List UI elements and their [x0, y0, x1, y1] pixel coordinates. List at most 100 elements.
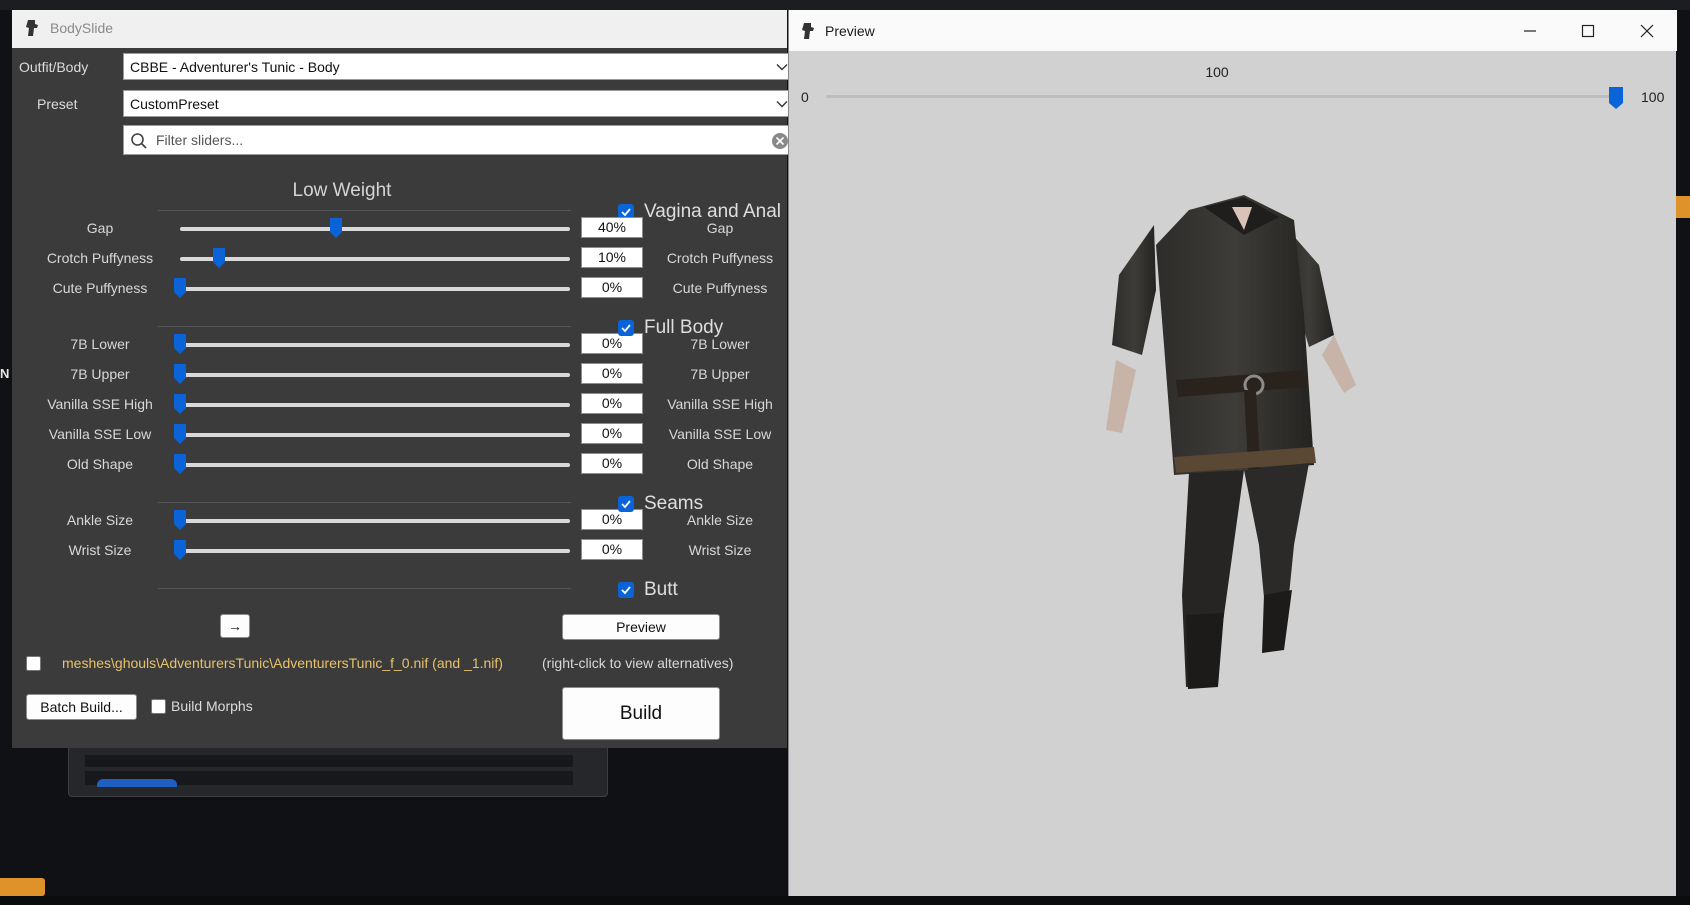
- build-button[interactable]: Build: [562, 687, 720, 740]
- slider-label-right: Cute Puffyness: [672, 280, 768, 296]
- slider-label-left: 7B Lower: [70, 336, 130, 352]
- slider-track[interactable]: [180, 519, 570, 523]
- slider-track[interactable]: [180, 227, 570, 231]
- slider-row: Old Shape 0% Old Shape: [12, 449, 787, 479]
- slider-thumb[interactable]: [173, 363, 187, 385]
- filter-sliders-box[interactable]: [123, 125, 796, 155]
- copy-weight-arrow-button[interactable]: →: [220, 614, 250, 638]
- preview-button[interactable]: Preview: [562, 614, 720, 640]
- slider-value-field[interactable]: 10%: [581, 247, 643, 268]
- close-icon: [1640, 24, 1654, 38]
- slider-track[interactable]: [180, 287, 570, 291]
- build-morphs-checkbox[interactable]: [151, 699, 166, 714]
- slider-value-field[interactable]: 40%: [581, 217, 643, 238]
- slider-thumb[interactable]: [173, 423, 187, 445]
- slider-label-right: Crotch Puffyness: [666, 250, 774, 266]
- preview-titlebar[interactable]: Preview: [789, 10, 1677, 51]
- slider-label-left: Gap: [86, 220, 114, 236]
- slider-label-right: Old Shape: [686, 456, 754, 472]
- minimize-button[interactable]: [1501, 10, 1559, 51]
- preview-window: Preview 100 0 100: [788, 10, 1677, 896]
- slider-label-left: Ankle Size: [66, 512, 134, 528]
- outfit-value: CBBE - Adventurer's Tunic - Body: [130, 59, 340, 75]
- outfit-dropdown[interactable]: CBBE - Adventurer's Tunic - Body: [123, 53, 796, 80]
- slider-label-left: 7B Upper: [70, 366, 130, 382]
- outfit-label: Outfit/Body: [19, 59, 89, 75]
- background-orange-edge: [1676, 196, 1690, 218]
- desktop-background: [0, 0, 1690, 10]
- slider-label-right: Wrist Size: [688, 542, 752, 558]
- build-morphs-label: Build Morphs: [171, 698, 253, 714]
- group-name: Full Body: [644, 317, 724, 338]
- outfit-3d-model[interactable]: [1094, 195, 1364, 740]
- slider-thumb[interactable]: [212, 247, 226, 269]
- preview-weight-slider-thumb[interactable]: [1608, 86, 1624, 110]
- group-checkbox[interactable]: [618, 496, 634, 512]
- slider-row: Crotch Puffyness 10% Crotch Puffyness: [12, 243, 787, 273]
- chevron-down-icon: [776, 101, 788, 108]
- slider-value-field[interactable]: 0%: [581, 539, 643, 560]
- output-path-hint: (right-click to view alternatives): [542, 655, 734, 671]
- slider-row: Wrist Size 0% Wrist Size: [12, 535, 787, 565]
- slider-thumb[interactable]: [173, 539, 187, 561]
- slider-track[interactable]: [180, 403, 570, 407]
- filter-sliders-input[interactable]: [156, 130, 756, 150]
- slider-thumb[interactable]: [173, 277, 187, 299]
- slider-thumb[interactable]: [173, 453, 187, 475]
- slider-thumb[interactable]: [173, 333, 187, 355]
- slider-value-field[interactable]: 0%: [581, 333, 643, 354]
- slider-track[interactable]: [180, 549, 570, 553]
- slider-value-field[interactable]: 0%: [581, 277, 643, 298]
- slider-row: Cute Puffyness 0% Cute Puffyness: [12, 273, 787, 303]
- maximize-button[interactable]: [1559, 10, 1617, 51]
- slider-track[interactable]: [180, 257, 570, 261]
- search-icon: [131, 133, 147, 149]
- group-checkbox[interactable]: [618, 320, 634, 336]
- slider-label-right: Vanilla SSE Low: [668, 426, 772, 442]
- output-path[interactable]: meshes\ghouls\AdventurersTunic\Adventure…: [62, 655, 503, 671]
- separator: [158, 210, 571, 211]
- preset-dropdown[interactable]: CustomPreset: [123, 90, 796, 117]
- minimize-icon: [1524, 30, 1536, 32]
- slider-label-left: Crotch Puffyness: [46, 250, 154, 266]
- slider-value-field[interactable]: 0%: [581, 393, 643, 414]
- slider-row: Vanilla SSE Low 0% Vanilla SSE Low: [12, 419, 787, 449]
- separator: [158, 588, 571, 589]
- clear-search-icon[interactable]: [771, 132, 789, 150]
- slider-label-left: Cute Puffyness: [52, 280, 148, 296]
- preset-value: CustomPreset: [130, 96, 219, 112]
- output-path-checkbox[interactable]: [26, 656, 41, 671]
- group-checkbox[interactable]: [618, 582, 634, 598]
- slider-value-field[interactable]: 0%: [581, 453, 643, 474]
- maximize-icon: [1581, 24, 1595, 38]
- bodyslide-titlebar[interactable]: BodySlide: [12, 10, 787, 48]
- slider-thumb[interactable]: [173, 393, 187, 415]
- slider-value-field[interactable]: 0%: [581, 509, 643, 530]
- slider-track[interactable]: [180, 343, 570, 347]
- slider-thumb[interactable]: [173, 509, 187, 531]
- bodyslide-app-icon: [26, 20, 38, 36]
- slider-label-left: Vanilla SSE Low: [48, 426, 152, 442]
- preview-weight-slider[interactable]: [826, 95, 1616, 98]
- slider-track[interactable]: [180, 373, 570, 377]
- preset-label: Preset: [37, 96, 78, 112]
- group-name: Butt: [644, 579, 678, 600]
- preview-weight-max: 100: [1641, 89, 1665, 105]
- slider-thumb[interactable]: [329, 217, 343, 239]
- slider-value-field[interactable]: 0%: [581, 423, 643, 444]
- preview-weight-min: 0: [801, 89, 809, 105]
- preview-weight-value: 100: [1205, 64, 1229, 80]
- background-glyph: N: [0, 366, 10, 381]
- slider-value-field[interactable]: 0%: [581, 363, 643, 384]
- slider-track[interactable]: [180, 463, 570, 467]
- slider-label-right: 7B Upper: [690, 366, 750, 382]
- close-button[interactable]: [1618, 10, 1676, 51]
- separator: [158, 502, 571, 503]
- group-name: Seams: [644, 493, 704, 514]
- slider-track[interactable]: [180, 433, 570, 437]
- bodyslide-window: BodySlide Outfit/Body CBBE - Adventurer'…: [12, 10, 796, 748]
- batch-build-button[interactable]: Batch Build...: [26, 694, 137, 720]
- slider-row: 7B Upper 0% 7B Upper: [12, 359, 787, 389]
- separator: [158, 326, 571, 327]
- slider-label-right: Vanilla SSE High: [667, 396, 773, 412]
